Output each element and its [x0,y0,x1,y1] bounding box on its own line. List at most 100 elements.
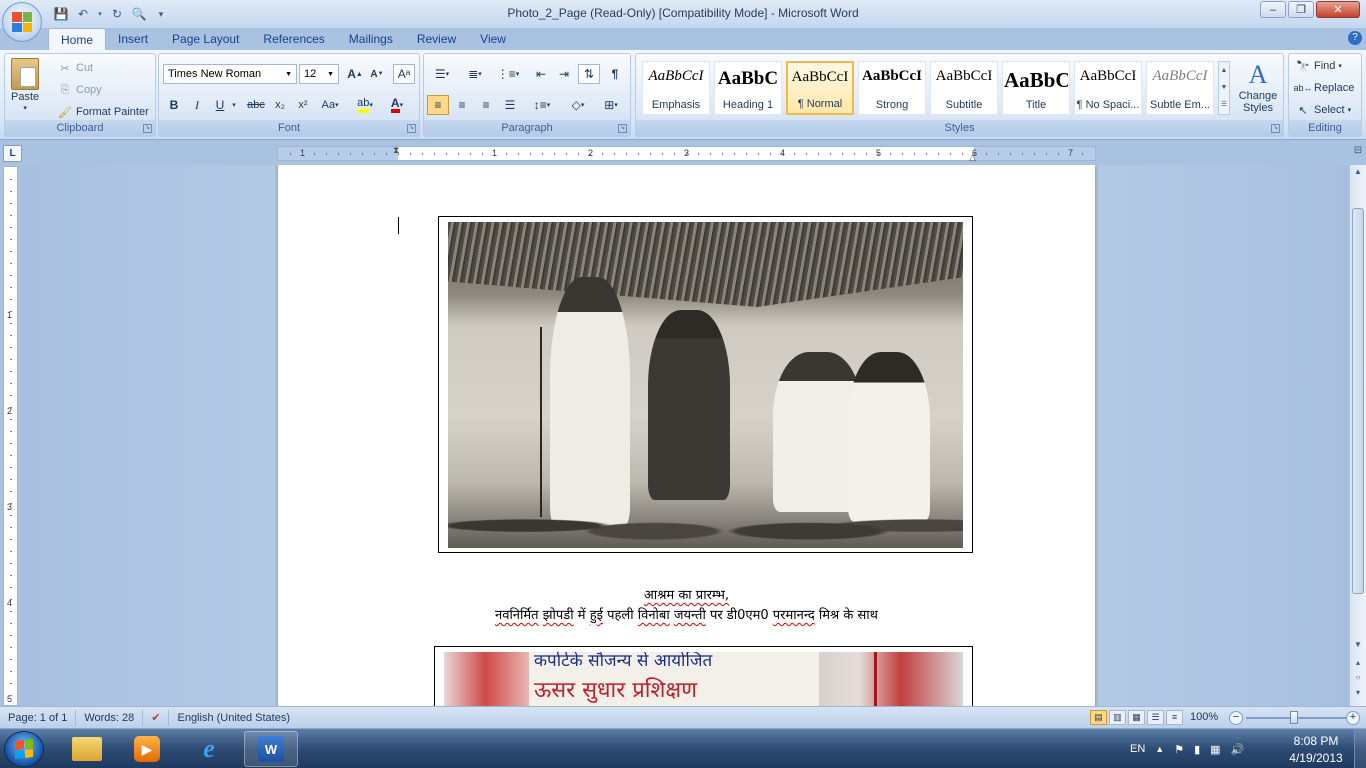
zoom-out-icon[interactable]: − [1229,711,1243,725]
underline-button[interactable]: U [209,95,231,115]
more-styles-icon[interactable]: ☰ [1219,96,1229,113]
tab-mailings[interactable]: Mailings [337,28,405,50]
multilevel-list-button[interactable]: ⋮≡ ▾ [493,64,523,84]
select-browse-object-icon[interactable]: ○ [1353,673,1363,682]
line-spacing-button[interactable]: ↕≡ ▾ [527,95,557,115]
right-indent-marker[interactable]: △ [969,152,976,163]
first-line-indent-marker[interactable]: ⧗ [393,145,399,156]
vertical-ruler[interactable]: 1 2 3 4 5 [3,166,18,706]
proofing-icon[interactable]: ✔ [143,709,170,726]
tab-insert[interactable]: Insert [106,28,160,50]
inline-photo-ashram[interactable] [448,222,963,548]
borders-button[interactable]: ⊞ ▾ [596,95,626,115]
style-no-spacing[interactable]: AaBbCcI ¶ No Spaci... [1074,61,1142,115]
maximize-button[interactable]: ❐ [1288,1,1314,18]
scroll-up-icon[interactable]: ▲ [1353,167,1363,176]
system-clock[interactable]: 8:08 PM 4/19/2013 [1286,733,1346,767]
taskbar-media-player[interactable]: ▶ [120,731,174,767]
strikethrough-button[interactable]: abc [245,95,267,115]
draft-icon[interactable]: ≡ [1166,710,1183,725]
zoom-level[interactable]: 100% [1190,711,1218,723]
italic-button[interactable]: I [186,95,208,115]
select-button[interactable]: ↖ Select ▾ [1295,102,1351,118]
web-layout-icon[interactable]: ▦ [1128,710,1145,725]
print-preview-icon[interactable]: 🔍 [130,5,148,23]
align-left-button[interactable]: ≡ [427,95,449,115]
style-title[interactable]: AaBbC Title [1002,61,1070,115]
tab-home[interactable]: Home [48,28,107,50]
start-button[interactable] [4,731,44,767]
tab-references[interactable]: References [251,28,336,50]
volume-icon[interactable]: 🔊 [1231,743,1245,756]
language-status[interactable]: English (United States) [169,710,298,726]
next-page-icon[interactable]: ▾ [1353,688,1363,697]
find-button[interactable]: 🔭 Find ▾ [1295,58,1342,74]
scroll-down-icon[interactable]: ▼ [1219,79,1229,96]
scroll-down-icon[interactable]: ▼ [1353,640,1363,649]
undo-icon[interactable]: ↶ [74,5,92,23]
show-formatting-button[interactable]: ¶ [604,64,626,84]
show-desktop-button[interactable] [1354,729,1366,768]
tab-review[interactable]: Review [405,28,468,50]
styles-scroll[interactable]: ▲ ▼ ☰ [1218,61,1230,115]
cut-button[interactable]: ✂ Cut [57,60,93,76]
copy-button[interactable]: ⎘ Copy [57,82,102,98]
subscript-button[interactable]: x₂ [269,95,291,115]
grow-font-button[interactable]: A ▲ [344,64,366,84]
view-ruler-icon[interactable]: ⊟ [1350,145,1366,163]
style-heading-1[interactable]: AaBbC Heading 1 [714,61,782,115]
font-size-combo[interactable]: 12 ▼ [299,64,339,84]
network-icon[interactable]: ▦ [1210,743,1220,756]
align-right-button[interactable]: ≡ [475,95,497,115]
style-normal[interactable]: AaBbCcI ¶ Normal [786,61,854,115]
tab-selector[interactable]: L [3,145,22,162]
zoom-in-icon[interactable]: + [1346,711,1360,725]
highlight-button[interactable]: ab ▾ [351,95,379,115]
zoom-slider-thumb[interactable] [1290,711,1298,724]
style-subtle-emphasis[interactable]: AaBbCcI Subtle Em... [1146,61,1214,115]
document-area[interactable]: आश्रम का प्रारम्भ, नवनिर्मित झोपडी में ह… [22,165,1350,706]
font-name-combo[interactable]: Times New Roman ▼ [163,64,297,84]
paste-button[interactable]: Paste ▾ [11,58,39,112]
scroll-up-icon[interactable]: ▲ [1219,62,1229,79]
taskbar-internet-explorer[interactable]: e [182,731,236,767]
word-count[interactable]: Words: 28 [76,709,144,726]
outline-icon[interactable]: ☰ [1147,710,1164,725]
photo-frame[interactable] [438,216,973,553]
change-case-button[interactable]: Aa ▾ [317,95,343,115]
undo-dropdown-icon[interactable]: ▾ [96,5,104,23]
underline-dropdown-icon[interactable]: ▾ [229,95,239,115]
full-screen-reading-icon[interactable]: ▥ [1109,710,1126,725]
vertical-scrollbar[interactable]: ▲ ▼ ▴ ○ ▾ [1350,165,1366,706]
document-page[interactable]: आश्रम का प्रारम्भ, नवनिर्मित झोपडी में ह… [278,165,1095,706]
inline-photo-banner[interactable]: कर्पार्टके सौजन्य से आयोजित ऊसर सुधार प्… [444,652,963,706]
office-button[interactable] [2,2,42,42]
sort-button[interactable]: ⇅ [578,64,600,84]
previous-page-icon[interactable]: ▴ [1353,658,1363,667]
justify-button[interactable]: ☰ [499,95,521,115]
show-hidden-icons-icon[interactable]: ▲ [1155,744,1164,754]
shading-button[interactable]: ◇ ▾ [563,95,593,115]
bold-button[interactable]: B [163,95,185,115]
decrease-indent-button[interactable]: ⇤ [530,64,552,84]
help-icon[interactable]: ? [1348,31,1362,45]
tab-view[interactable]: View [468,28,518,50]
page-count[interactable]: Page: 1 of 1 [0,709,77,726]
style-emphasis[interactable]: AaBbCcI Emphasis [642,61,710,115]
save-icon[interactable]: 💾 [52,5,70,23]
styles-launcher-icon[interactable]: ↘ [1271,124,1280,133]
font-launcher-icon[interactable]: ↘ [407,124,416,133]
taskbar-word[interactable]: W [244,731,298,767]
clear-formatting-icon[interactable]: Aᵃ [393,64,415,84]
superscript-button[interactable]: x² [292,95,314,115]
tab-page-layout[interactable]: Page Layout [160,28,251,50]
photo-frame[interactable]: कर्पार्टके सौजन्य से आयोजित ऊसर सुधार प्… [434,646,973,706]
replace-button[interactable]: ab↔ Replace [1294,80,1355,96]
style-subtitle[interactable]: AaBbCcI Subtitle [930,61,998,115]
paragraph-launcher-icon[interactable]: ↘ [618,124,627,133]
style-strong[interactable]: AaBbCcI Strong [858,61,926,115]
close-button[interactable]: ✕ [1316,1,1360,18]
font-color-button[interactable]: A ▾ [383,95,411,115]
taskbar-explorer[interactable] [60,731,114,767]
action-center-flag-icon[interactable]: ⚑ [1174,743,1184,756]
